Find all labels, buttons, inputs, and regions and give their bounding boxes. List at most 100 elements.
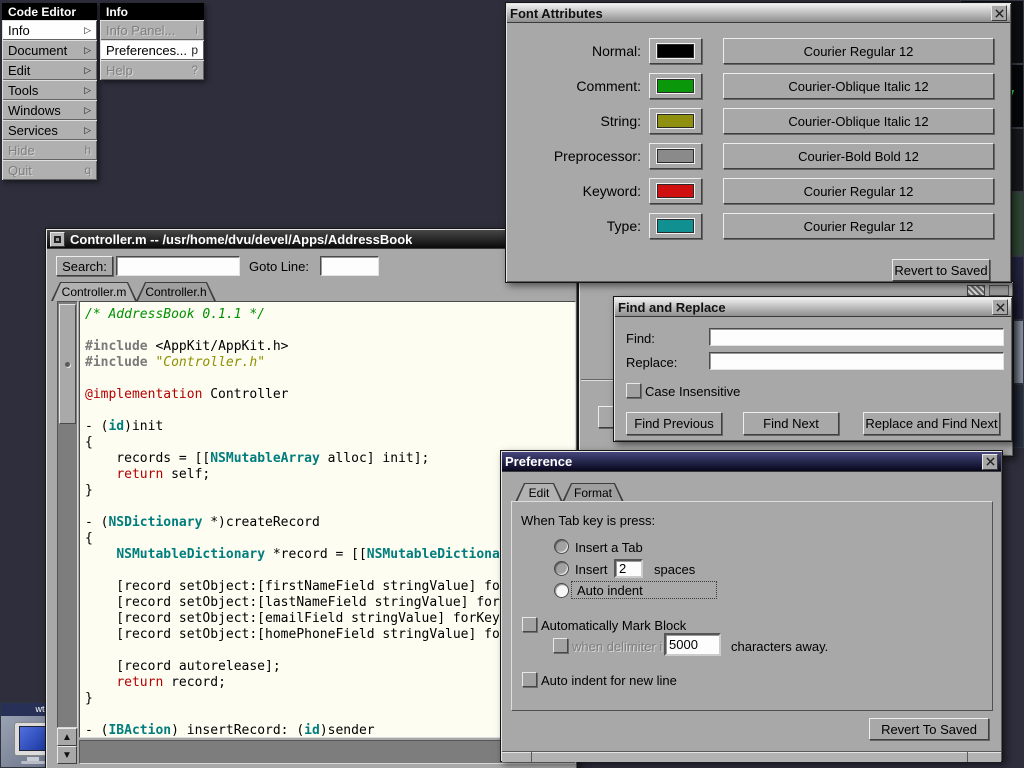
scroll-up-button[interactable]: ▲ [57,728,77,746]
menu-item-label: Preferences... [106,43,191,58]
background-panel-scroll-pattern [967,285,985,296]
vertical-scrollbar[interactable] [57,301,78,728]
color-swatch-keyword[interactable] [649,178,702,204]
menu-item-preferences[interactable]: Preferences...p [100,40,204,60]
menu-item-key: p [191,43,198,57]
submenu-arrow-icon: ▷ [84,125,91,136]
radio-insert-tab[interactable] [554,539,569,554]
goto-line-input[interactable] [320,256,379,276]
delimiter-label: when delimiter i [572,639,662,654]
radio-auto-indent-label: Auto indent [577,583,643,598]
menu-item-info-panel[interactable]: Info Panel...i [100,20,204,40]
radio-insert-spaces-label: Insert [575,562,608,577]
search-input[interactable] [116,256,240,276]
font-button-comment[interactable]: Courier-Oblique Italic 12 [723,73,994,99]
search-button[interactable]: Search: [56,256,113,276]
attribute-label-preprocessor: Preprocessor: [506,148,641,164]
menu-title[interactable]: Code Editor [2,3,97,20]
menu-item-quit[interactable]: Quitq [2,160,97,180]
font-button-normal[interactable]: Courier Regular 12 [723,38,994,64]
close-icon[interactable] [992,299,1008,315]
font-attributes-title: Font Attributes [510,6,603,21]
font-attributes-titlebar[interactable]: Font Attributes [507,4,1010,23]
attribute-label-string: String: [506,113,641,129]
goto-line-label: Goto Line: [249,259,309,274]
menu-item-windows[interactable]: Windows▷ [2,100,97,120]
radio-insert-spaces[interactable] [554,561,569,576]
window-find-replace: Find and Replace Find: Replace: Case Ins… [613,296,1013,442]
menu-item-info[interactable]: Info▷ [2,20,97,40]
replace-and-find-next-button[interactable]: Replace and Find Next [863,412,1000,435]
case-insensitive-checkbox[interactable] [626,383,641,398]
menu-item-key: ? [191,63,198,77]
resize-bar[interactable] [502,751,1001,762]
attribute-label-keyword: Keyword: [506,183,641,199]
find-input[interactable] [709,328,1004,346]
submenu-arrow-icon: ▷ [84,85,91,96]
auto-indent-newline-checkbox[interactable] [522,672,537,687]
submenu-arrow-icon: ▷ [84,25,91,36]
submenu-arrow-icon: ▷ [84,45,91,56]
font-button-keyword[interactable]: Courier Regular 12 [723,178,994,204]
tab-edit[interactable]: Edit [515,483,563,502]
submenu-arrow-icon: ▷ [84,105,91,116]
attribute-label-normal: Normal: [506,43,641,59]
editor-titlebar[interactable]: Controller.m -- /usr/home/dvu/devel/Apps… [47,230,576,249]
close-icon[interactable] [982,454,998,470]
revert-to-saved-button[interactable]: Revert to Saved [892,259,990,281]
menu-item-tools[interactable]: Tools▷ [2,80,97,100]
menu-item-label: Hide [8,143,84,158]
radio-auto-indent[interactable] [554,583,569,598]
menu-item-key: i [195,23,198,37]
font-button-type[interactable]: Courier Regular 12 [723,213,994,239]
color-swatch-preprocessor[interactable] [649,143,702,169]
revert-to-saved-button[interactable]: Revert To Saved [869,718,989,740]
menu-item-edit[interactable]: Edit▷ [2,60,97,80]
color-swatch-comment[interactable] [649,73,702,99]
menu-item-label: Info Panel... [106,23,195,38]
menu-code-editor: Code Editor Info▷Document▷Edit▷Tools▷Win… [2,3,97,180]
desktop: 7 wterm Controller.m -- /usr/home/dvu/de… [0,0,1024,768]
font-button-preprocessor[interactable]: Courier-Bold Bold 12 [723,143,994,169]
font-button-string[interactable]: Courier-Oblique Italic 12 [723,108,994,134]
miniaturize-button[interactable] [50,232,65,247]
find-replace-title: Find and Replace [618,300,726,315]
auto-mark-block-checkbox[interactable] [522,617,537,632]
attribute-label-comment: Comment: [506,78,641,94]
scrollbar-knob[interactable] [59,304,76,424]
auto-indent-newline-label: Auto indent for new line [541,673,677,688]
menu-item-label: Services [8,123,84,138]
scroll-down-button[interactable]: ▼ [57,746,77,764]
find-next-button[interactable]: Find Next [743,412,839,435]
replace-input[interactable] [709,352,1004,370]
color-swatch-string[interactable] [649,108,702,134]
spaces-count-input[interactable] [614,559,643,578]
menu-item-services[interactable]: Services▷ [2,120,97,140]
menu-item-hide[interactable]: Hideh [2,140,97,160]
tab-controller-h[interactable]: Controller.h [136,282,216,301]
tab-format[interactable]: Format [562,483,624,502]
menu-item-label: Windows [8,103,84,118]
tab-controller-m[interactable]: Controller.m [51,282,137,301]
attribute-label-type: Type: [506,218,641,234]
window-code-editor: Controller.m -- /usr/home/dvu/devel/Apps… [45,228,578,768]
delimiter-checkbox[interactable] [553,638,568,653]
find-replace-titlebar[interactable]: Find and Replace [615,298,1011,317]
color-swatch-type[interactable] [649,213,702,239]
spaces-suffix-label: spaces [654,562,695,577]
delimiter-count-input[interactable] [664,633,721,656]
window-preference: Preference Edit Format When Tab key is p… [500,450,1003,762]
tab-key-question: When Tab key is press: [521,513,655,528]
editor-window-title: Controller.m -- /usr/home/dvu/devel/Apps… [70,232,412,247]
menu-item-document[interactable]: Document▷ [2,40,97,60]
menu-title[interactable]: Info [100,3,204,20]
background-panel-scroll-end [989,285,1009,296]
menu-info: Info Info Panel...iPreferences...pHelp? [100,3,204,80]
close-icon[interactable] [991,5,1007,21]
menu-item-help[interactable]: Help? [100,60,204,80]
preference-titlebar[interactable]: Preference [502,452,1001,472]
color-swatch-normal[interactable] [649,38,702,64]
menu-item-label: Edit [8,63,84,78]
find-previous-button[interactable]: Find Previous [626,412,722,435]
menu-item-label: Tools [8,83,84,98]
